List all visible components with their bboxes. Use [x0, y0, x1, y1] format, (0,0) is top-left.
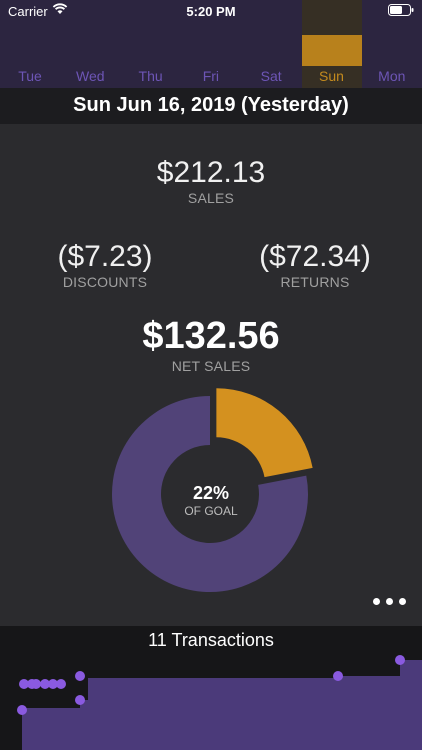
status-bar: Carrier 5:20 PM — [0, 0, 422, 22]
net-sales-metric: $132.56 NET SALES — [0, 314, 422, 374]
transaction-dot — [75, 695, 85, 705]
more-horizontal-icon — [386, 598, 393, 605]
transactions-section[interactable]: 11 Transactions — [0, 626, 422, 750]
sales-value: $212.13 — [156, 156, 266, 189]
goal-percent: 22% — [192, 483, 230, 503]
day-label: Fri — [202, 68, 220, 84]
day-label: Tue — [18, 68, 42, 84]
clock: 5:20 PM — [186, 4, 236, 19]
summary-panel: $212.13 SALES ($7.23) DISCOUNTS ($72.34)… — [0, 124, 422, 626]
day-label: Sun — [319, 68, 344, 84]
day-sales-bar — [301, 35, 362, 66]
sales-metric: $212.13 SALES — [0, 156, 422, 206]
returns-caption: RETURNS — [280, 274, 350, 290]
returns-value: ($72.34) — [259, 240, 371, 273]
donut-goal-segment — [216, 388, 313, 478]
top-area: Tue Wed Thu Fri Sat Sun Mon Carrier 5:20 PM — [0, 0, 422, 88]
net-sales-caption: NET SALES — [171, 358, 251, 374]
discounts-value: ($7.23) — [57, 240, 153, 273]
transactions-title: 11 Transactions — [148, 630, 274, 650]
day-label: Thu — [138, 68, 163, 84]
transaction-dot — [17, 705, 27, 715]
discounts-metric: ($7.23) DISCOUNTS — [20, 240, 190, 290]
transaction-dot — [56, 679, 66, 689]
day-label: Wed — [76, 68, 105, 84]
net-sales-value: $132.56 — [142, 315, 280, 357]
day-label: Mon — [378, 68, 406, 84]
more-horizontal-icon — [373, 598, 380, 605]
transaction-dot — [333, 671, 343, 681]
date-header: Sun Jun 16, 2019 (Yesterday) — [0, 88, 422, 124]
battery-icon — [388, 4, 414, 16]
sales-caption: SALES — [187, 190, 235, 206]
transaction-dot — [31, 679, 41, 689]
returns-metric: ($72.34) RETURNS — [230, 240, 400, 290]
day-label: Sat — [260, 68, 282, 84]
transaction-dot — [75, 671, 85, 681]
more-options-button[interactable] — [372, 592, 408, 612]
goal-caption: OF GOAL — [184, 504, 238, 518]
more-horizontal-icon — [399, 598, 406, 605]
transaction-dot — [395, 655, 405, 665]
discounts-caption: DISCOUNTS — [62, 274, 148, 290]
goal-label: 22% OF GOAL — [161, 482, 261, 518]
